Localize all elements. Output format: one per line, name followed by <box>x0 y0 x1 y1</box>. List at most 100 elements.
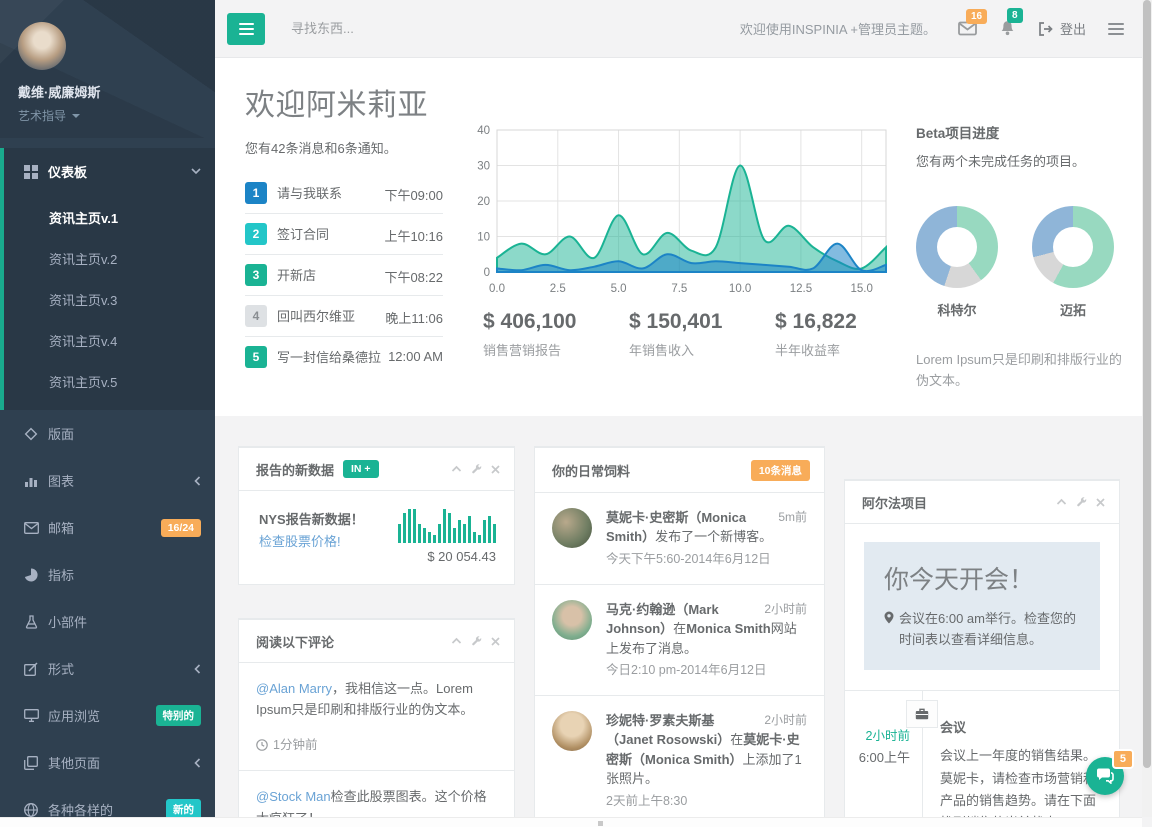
sidebar-item-other-pages[interactable]: 其他页面 <box>0 739 215 786</box>
avatar <box>552 711 592 751</box>
svg-text:15.0: 15.0 <box>850 283 872 295</box>
settings-wrench-icon[interactable] <box>471 464 482 475</box>
check-stock-link[interactable]: 检查股票价格! <box>259 531 341 550</box>
column-left: 报告的新数据 IN + NYS报告新数据！ 检查股票价格! <box>238 446 515 817</box>
svg-text:40: 40 <box>477 125 490 137</box>
close-icon[interactable] <box>1096 498 1105 507</box>
comment-item: @Alan Marry，我相信这一点。Lorem Ipsum只是印刷和排版行业的… <box>239 663 514 772</box>
collapse-icon[interactable] <box>1056 498 1067 506</box>
collapse-icon[interactable] <box>451 465 462 473</box>
feed-item: 5m前 莫妮卡·史密斯（Monica Smith）发布了一个新博客。 今天下午5… <box>535 493 824 585</box>
flask-icon <box>23 615 39 629</box>
timeline-ago: 2小时前 <box>845 725 910 744</box>
stock-sparkline <box>384 509 496 543</box>
beta-project-section: Beta项目进度 您有两个未完成任务的项目。 科特尔 迈拓 Lorem Ipsu… <box>916 80 1131 392</box>
feed-item: 2小时前 珍妮特·罗素夫斯基（Janet Rosowski）在莫妮卡·史密斯（M… <box>535 696 824 817</box>
feed-item: 2小时前 马克·约翰逊（Mark Johnson）在Monica Smith网站… <box>535 585 824 696</box>
page-content: 欢迎阿米莉亚 您有42条消息和6条通知。 1 请与我联系 下午09:00 2 签… <box>215 58 1142 817</box>
todo-list: 1 请与我联系 下午09:00 2 签订合同 上午10:16 3 开新店 下午0… <box>245 173 443 377</box>
feed-time: 5m前 <box>778 508 807 526</box>
sidebar-item-dashboard-v1[interactable]: 资讯主页v.1 <box>4 197 215 238</box>
feed-subtext: 2天前上午8:30 <box>606 792 807 811</box>
svg-text:7.5: 7.5 <box>671 283 687 295</box>
panel-title: 报告的新数据 <box>256 460 334 479</box>
collapse-icon[interactable] <box>451 637 462 645</box>
user-role-dropdown[interactable]: 艺术指导 <box>18 107 197 124</box>
svg-text:10.0: 10.0 <box>729 283 751 295</box>
panel-feed: 你的日常饲料 10条消息 5m前 莫妮卡·史密斯（Monica Smith）发布… <box>534 446 825 817</box>
donut-charts: 科特尔 迈拓 <box>916 206 1131 319</box>
sidebar-item-widgets[interactable]: 小部件 <box>0 598 215 645</box>
svg-text:5.0: 5.0 <box>611 283 627 295</box>
logout-label: 登出 <box>1060 19 1086 38</box>
donut-chart <box>1032 206 1114 288</box>
sidebar-item-metrics[interactable]: 指标 <box>0 551 215 598</box>
todo-number-badge: 3 <box>245 264 267 286</box>
bar-chart-icon <box>23 474 39 488</box>
scrollbar-thumb[interactable] <box>1143 0 1151 768</box>
sidebar-item-dashboard-v5[interactable]: 资讯主页v.5 <box>4 361 215 402</box>
svg-text:12.5: 12.5 <box>790 283 812 295</box>
scrollbar-thumb[interactable] <box>598 821 603 826</box>
sidebar-item-label: 版面 <box>48 424 201 443</box>
main-area: 欢迎使用INSPINIA +管理员主题。 16 8 登出 欢迎阿米莉亚 您有42… <box>215 0 1142 817</box>
messages-icon[interactable]: 16 <box>958 21 977 36</box>
caret-down-icon <box>72 114 80 118</box>
sidebar-item-forms[interactable]: 形式 <box>0 645 215 692</box>
sidebar-item-dashboard[interactable]: 仪表板 <box>0 148 215 195</box>
donut-chart <box>916 206 998 288</box>
sidebar-nav: 仪表板 资讯主页v.1 资讯主页v.2 资讯主页v.3 资讯主页v.4 资讯主页… <box>0 148 215 827</box>
todo-item: 1 请与我联系 下午09:00 <box>245 173 443 214</box>
clock-icon <box>256 739 268 751</box>
sidebar-item-dashboard-v4[interactable]: 资讯主页v.4 <box>4 320 215 361</box>
edit-icon <box>23 662 39 676</box>
timeline-time: 6:00上午 <box>845 747 910 766</box>
horizontal-scrollbar[interactable] <box>0 817 1142 827</box>
sidebar-item-mailbox[interactable]: 邮箱 16/24 <box>0 504 215 551</box>
feed-subtext: 今日2:10 pm-2014年6月12日 <box>606 661 807 680</box>
stat-halfyear-yield: $ 16,822 半年收益率 <box>775 310 857 359</box>
svg-text:10: 10 <box>477 232 490 244</box>
todo-number-badge: 2 <box>245 223 267 245</box>
sidebar-item-dashboard-v2[interactable]: 资讯主页v.2 <box>4 238 215 279</box>
meeting-banner: 你今天开会！ 会议在6:00 am举行。检查您的时间表以查看详细信息。 <box>864 542 1100 671</box>
app-views-badge: 特别的 <box>156 705 202 726</box>
right-sidebar-toggle-icon[interactable] <box>1108 23 1124 35</box>
messages-count-badge: 16 <box>966 9 987 24</box>
envelope-icon <box>23 522 39 534</box>
settings-wrench-icon[interactable] <box>471 636 482 647</box>
feed-time: 2小时前 <box>764 711 807 729</box>
todo-item: 3 开新店 下午08:22 <box>245 255 443 296</box>
avatar <box>552 508 592 548</box>
panels-grid: 报告的新数据 IN + NYS报告新数据！ 检查股票价格! <box>238 446 1120 817</box>
pie-chart-icon <box>23 568 39 582</box>
panel-title: 阿尔法项目 <box>862 493 927 512</box>
close-icon[interactable] <box>491 465 500 474</box>
dashboard-submenu: 资讯主页v.1 资讯主页v.2 资讯主页v.3 资讯主页v.4 资讯主页v.5 <box>0 195 215 410</box>
sidebar-item-label: 仪表板 <box>48 162 191 181</box>
panel-title: 阅读以下评论 <box>256 632 334 651</box>
search-input[interactable] <box>291 21 501 36</box>
location-pin-icon <box>884 611 894 624</box>
notifications-bell-icon[interactable]: 8 <box>999 20 1016 37</box>
svg-text:2.5: 2.5 <box>550 283 566 295</box>
in-badge: IN + <box>343 460 379 478</box>
svg-text:0.0: 0.0 <box>489 283 505 295</box>
settings-wrench-icon[interactable] <box>1076 497 1087 508</box>
logout-button[interactable]: 登出 <box>1038 19 1086 38</box>
user-mention-link[interactable]: @Stock Man <box>256 789 331 804</box>
sidebar-item-layouts[interactable]: 版面 <box>0 410 215 457</box>
vertical-scrollbar[interactable] <box>1142 0 1152 817</box>
todo-number-badge: 4 <box>245 305 267 327</box>
donut-kote: 科特尔 <box>916 206 998 319</box>
topbar: 欢迎使用INSPINIA +管理员主题。 16 8 登出 <box>215 0 1142 58</box>
close-icon[interactable] <box>491 637 500 646</box>
user-mention-link[interactable]: @Alan Marry <box>256 681 332 696</box>
chat-fab-button[interactable]: 5 <box>1086 757 1124 795</box>
sidebar-item-charts[interactable]: 图表 <box>0 457 215 504</box>
sidebar-toggle-button[interactable] <box>227 13 265 45</box>
copy-icon <box>23 756 39 770</box>
sidebar-item-dashboard-v3[interactable]: 资讯主页v.3 <box>4 279 215 320</box>
user-avatar[interactable] <box>18 22 66 70</box>
sidebar-item-app-views[interactable]: 应用浏览 特别的 <box>0 692 215 739</box>
